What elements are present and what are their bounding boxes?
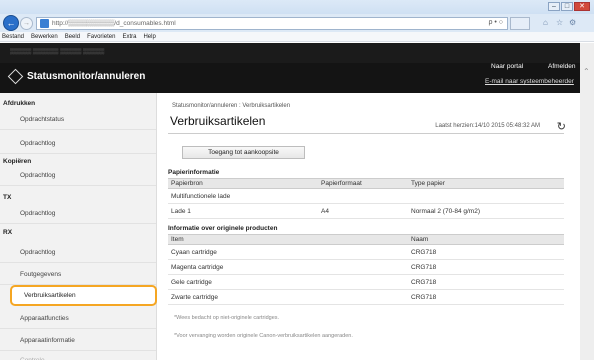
sidebar: Afdrukken Opdrachtstatus Opdrachtlog Kop… [0,93,157,360]
sidebar-item-foutgegevens[interactable]: Foutgegevens [0,265,156,285]
sidebar-heading-tx: TX [3,194,12,201]
browser-menubar: Bestand Bewerken Beeld Favorieten Extra … [0,32,594,42]
favorites-star-icon[interactable]: ☆ [556,18,563,27]
table-row: Zwarte cartridge CRG718 [168,289,564,305]
maximize-button[interactable]: □ [561,2,573,11]
cartridge-name: CRG718 [408,289,564,305]
sidebar-item-kopieren-opdrachtlog[interactable]: Opdrachtlog [0,166,156,186]
paper-info-table: Papierbron Papierformaat Type papier Mul… [168,178,564,219]
vertical-scrollbar[interactable]: ⌃ [580,43,594,360]
page-favicon-icon [40,19,49,28]
sidebar-item-apparaatfuncties[interactable]: Apparaatfuncties [0,309,156,329]
browser-navbar: ← → http://▒▒▒▒▒▒▒▒▒▒/d_consumables.html… [0,14,594,32]
menu-favorieten[interactable]: Favorieten [87,34,115,40]
paper-cell: A4 [318,203,408,219]
refresh-icon[interactable]: ↻ [557,120,566,133]
paper-header-source: Papierbron [168,178,318,189]
table-row: Magenta cartridge CRG718 [168,259,564,275]
app-title-text: Statusmonitor/annuleren [27,71,146,82]
app-title: Statusmonitor/annuleren [7,68,146,85]
email-admin-link[interactable]: E-mail naar systeembeheerder [485,78,574,85]
menu-extra[interactable]: Extra [122,34,136,40]
paper-cell: Multifunctionele lade [168,188,318,204]
cartridge-item: Zwarte cartridge [168,289,408,305]
sidebar-item-opdrachtstatus[interactable]: Opdrachtstatus [0,110,156,130]
cartridge-info-heading: Informatie over originele producten [168,225,278,232]
sidebar-item-apparaatinformatie[interactable]: Apparaatinformatie [0,331,156,351]
cartridge-header-name: Naam [408,234,564,245]
main-content: Statusmonitor/annuleren : Verbruiksartik… [158,93,580,360]
paper-cell: Lade 1 [168,203,318,219]
menu-help[interactable]: Help [143,34,155,40]
cartridge-info-table: Item Naam Cyaan cartridge CRG718 Magenta… [168,234,564,305]
page-title: Verbruiksartikelen [170,114,266,128]
table-row: Cyaan cartridge CRG718 [168,244,564,260]
scroll-up-arrow-icon[interactable]: ⌃ [583,67,590,76]
menu-bestand[interactable]: Bestand [2,34,24,40]
table-row: Multifunctionele lade [168,188,564,204]
breadcrumb: Statusmonitor/annuleren : Verbruiksartik… [172,103,291,109]
sidebar-heading-kopieren: Kopiëren [3,158,32,165]
menu-beeld[interactable]: Beeld [65,34,80,40]
sidebar-item-afdrukken-opdrachtlog[interactable]: Opdrachtlog [0,134,156,154]
menu-bewerken[interactable]: Bewerken [31,34,58,40]
paper-header-size: Papierformaat [318,178,408,189]
gear-icon[interactable]: ⚙ [569,18,576,27]
table-row: Gele cartridge CRG718 [168,274,564,290]
close-button[interactable]: ✕ [574,2,590,11]
sidebar-heading-rx: RX [3,229,13,236]
recommendation-note: *Voor vervanging worden originele Canon-… [174,333,353,339]
portal-link[interactable]: Naar portal [491,63,523,70]
browser-tab[interactable] [510,17,530,30]
forward-arrow-icon[interactable]: → [20,17,33,30]
paper-header-type: Type papier [408,178,564,189]
address-url: http://▒▒▒▒▒▒▒▒▒▒/d_consumables.html [52,20,176,27]
cartridge-header-item: Item [168,234,408,245]
diamond-logo-icon [7,68,24,85]
address-bar[interactable]: http://▒▒▒▒▒▒▒▒▒▒/d_consumables.html ρ •… [36,17,508,30]
sidebar-item-rx-opdrachtlog[interactable]: Opdrachtlog [0,243,156,263]
warning-note: *Wees bedacht op niet-originele cartridg… [174,315,280,321]
app-header: ▒▒▒▒▒ ▒▒▒▒▒▒ ▒▒▒▒▒ ▒▒▒▒▒ Naar portal Afm… [0,43,580,93]
cartridge-name: CRG718 [408,244,564,260]
purchase-site-button[interactable]: Toegang tot aankoopsite [182,146,305,159]
sidebar-item-verbruiksartikelen[interactable]: Verbruiksartikelen [10,285,157,306]
title-divider [168,133,564,134]
cartridge-name: CRG718 [408,259,564,275]
home-icon[interactable]: ⌂ [543,18,548,27]
paper-info-heading: Papierinformatie [168,169,220,176]
window-titlebar: – □ ✕ [0,0,594,14]
address-controls[interactable]: ρ • ○ [488,19,503,26]
back-arrow-icon[interactable]: ← [3,15,19,31]
sidebar-heading-afdrukken: Afdrukken [3,100,36,107]
sidebar-item-controle[interactable]: Controle... [0,351,156,360]
paper-cell: Normaal 2 (70-84 g/m2) [408,203,564,219]
cartridge-item: Cyaan cartridge [168,244,408,260]
table-row: Lade 1 A4 Normaal 2 (70-84 g/m2) [168,203,564,219]
minimize-button[interactable]: – [548,2,560,11]
last-updated-text: Laatst herzien:14/10 2015 05:48:32 AM [435,123,540,129]
logout-link[interactable]: Afmelden [548,63,575,70]
paper-cell [408,188,564,204]
device-name-text: ▒▒▒▒▒ ▒▒▒▒▒▒ ▒▒▒▒▒ ▒▒▒▒▒ [10,49,105,55]
sidebar-item-tx-opdrachtlog[interactable]: Opdrachtlog [0,204,156,224]
cartridge-item: Gele cartridge [168,274,408,290]
cartridge-item: Magenta cartridge [168,259,408,275]
cartridge-name: CRG718 [408,274,564,290]
paper-cell [318,188,408,204]
